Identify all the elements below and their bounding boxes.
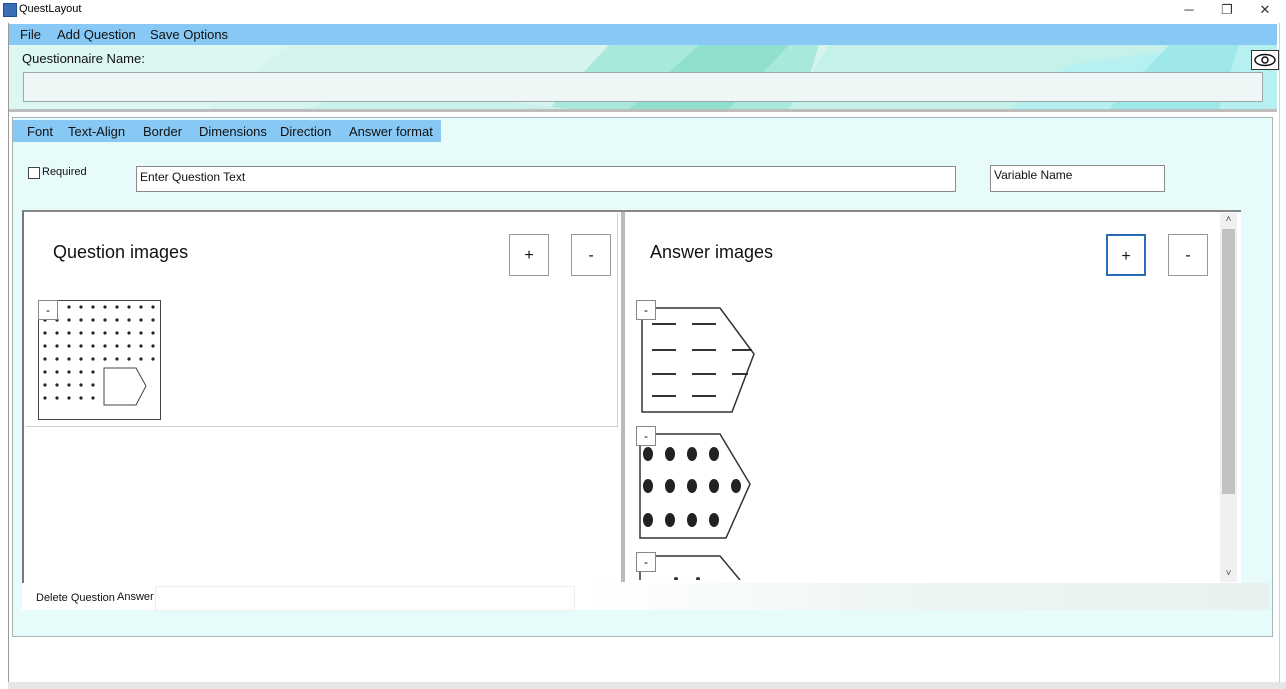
- scrollbar-thumb[interactable]: [1222, 229, 1235, 494]
- remove-answer-image-button[interactable]: -: [1168, 234, 1208, 276]
- required-checkbox[interactable]: [28, 167, 40, 179]
- variable-name-input[interactable]: Variable Name: [990, 165, 1165, 192]
- add-question-image-button[interactable]: +: [509, 234, 549, 276]
- menu-font[interactable]: Font: [27, 124, 53, 139]
- scroll-down-icon[interactable]: ˅: [1222, 567, 1235, 581]
- menu-text-align[interactable]: Text-Align: [68, 124, 125, 139]
- scroll-up-icon[interactable]: ˄: [1222, 213, 1235, 227]
- add-answer-image-button[interactable]: +: [1106, 234, 1146, 276]
- delete-question-button[interactable]: Delete Question: [36, 592, 115, 604]
- remove-question-image-1[interactable]: -: [38, 300, 58, 320]
- remove-question-image-button[interactable]: -: [571, 234, 611, 276]
- question-images-title: Question images: [53, 242, 189, 262]
- main-menubar: File Add Question Save Options: [9, 24, 1277, 45]
- title-bar: [0, 0, 1286, 20]
- restore-button[interactable]: ❐: [1209, 0, 1245, 20]
- answer-images-title: Answer images: [650, 242, 774, 262]
- window-bottom-edge: [8, 682, 1286, 689]
- window-title: QuestLayout: [19, 3, 82, 15]
- format-menubar: Font Text-Align Border Dimensions Direct…: [13, 120, 441, 142]
- panel-divider[interactable]: [621, 212, 625, 582]
- menu-answer-format[interactable]: Answer format: [349, 124, 433, 139]
- menu-direction[interactable]: Direction: [280, 124, 331, 139]
- minimize-button[interactable]: ─: [1171, 0, 1207, 20]
- question-text-input[interactable]: Enter Question Text: [136, 166, 956, 192]
- questionnaire-name-label: Questionnaire Name:: [22, 51, 145, 66]
- app-icon: [3, 3, 17, 17]
- required-label: Required: [42, 166, 87, 178]
- menu-file[interactable]: File: [20, 27, 41, 42]
- preview-button[interactable]: [1251, 50, 1279, 70]
- answer-field[interactable]: [155, 586, 575, 611]
- menu-save-options[interactable]: Save Options: [150, 27, 228, 42]
- remove-answer-image-1[interactable]: -: [636, 300, 656, 320]
- menu-add-question[interactable]: Add Question: [57, 27, 136, 42]
- remove-answer-image-2[interactable]: -: [636, 426, 656, 446]
- remove-answer-image-3[interactable]: -: [636, 552, 656, 572]
- menu-dimensions[interactable]: Dimensions: [199, 124, 267, 139]
- questionnaire-name-input[interactable]: [23, 72, 1263, 102]
- eye-icon: [1254, 53, 1276, 67]
- menu-border[interactable]: Border: [143, 124, 182, 139]
- close-button[interactable]: ✕: [1247, 0, 1283, 20]
- answer-label: Answer: [117, 591, 154, 603]
